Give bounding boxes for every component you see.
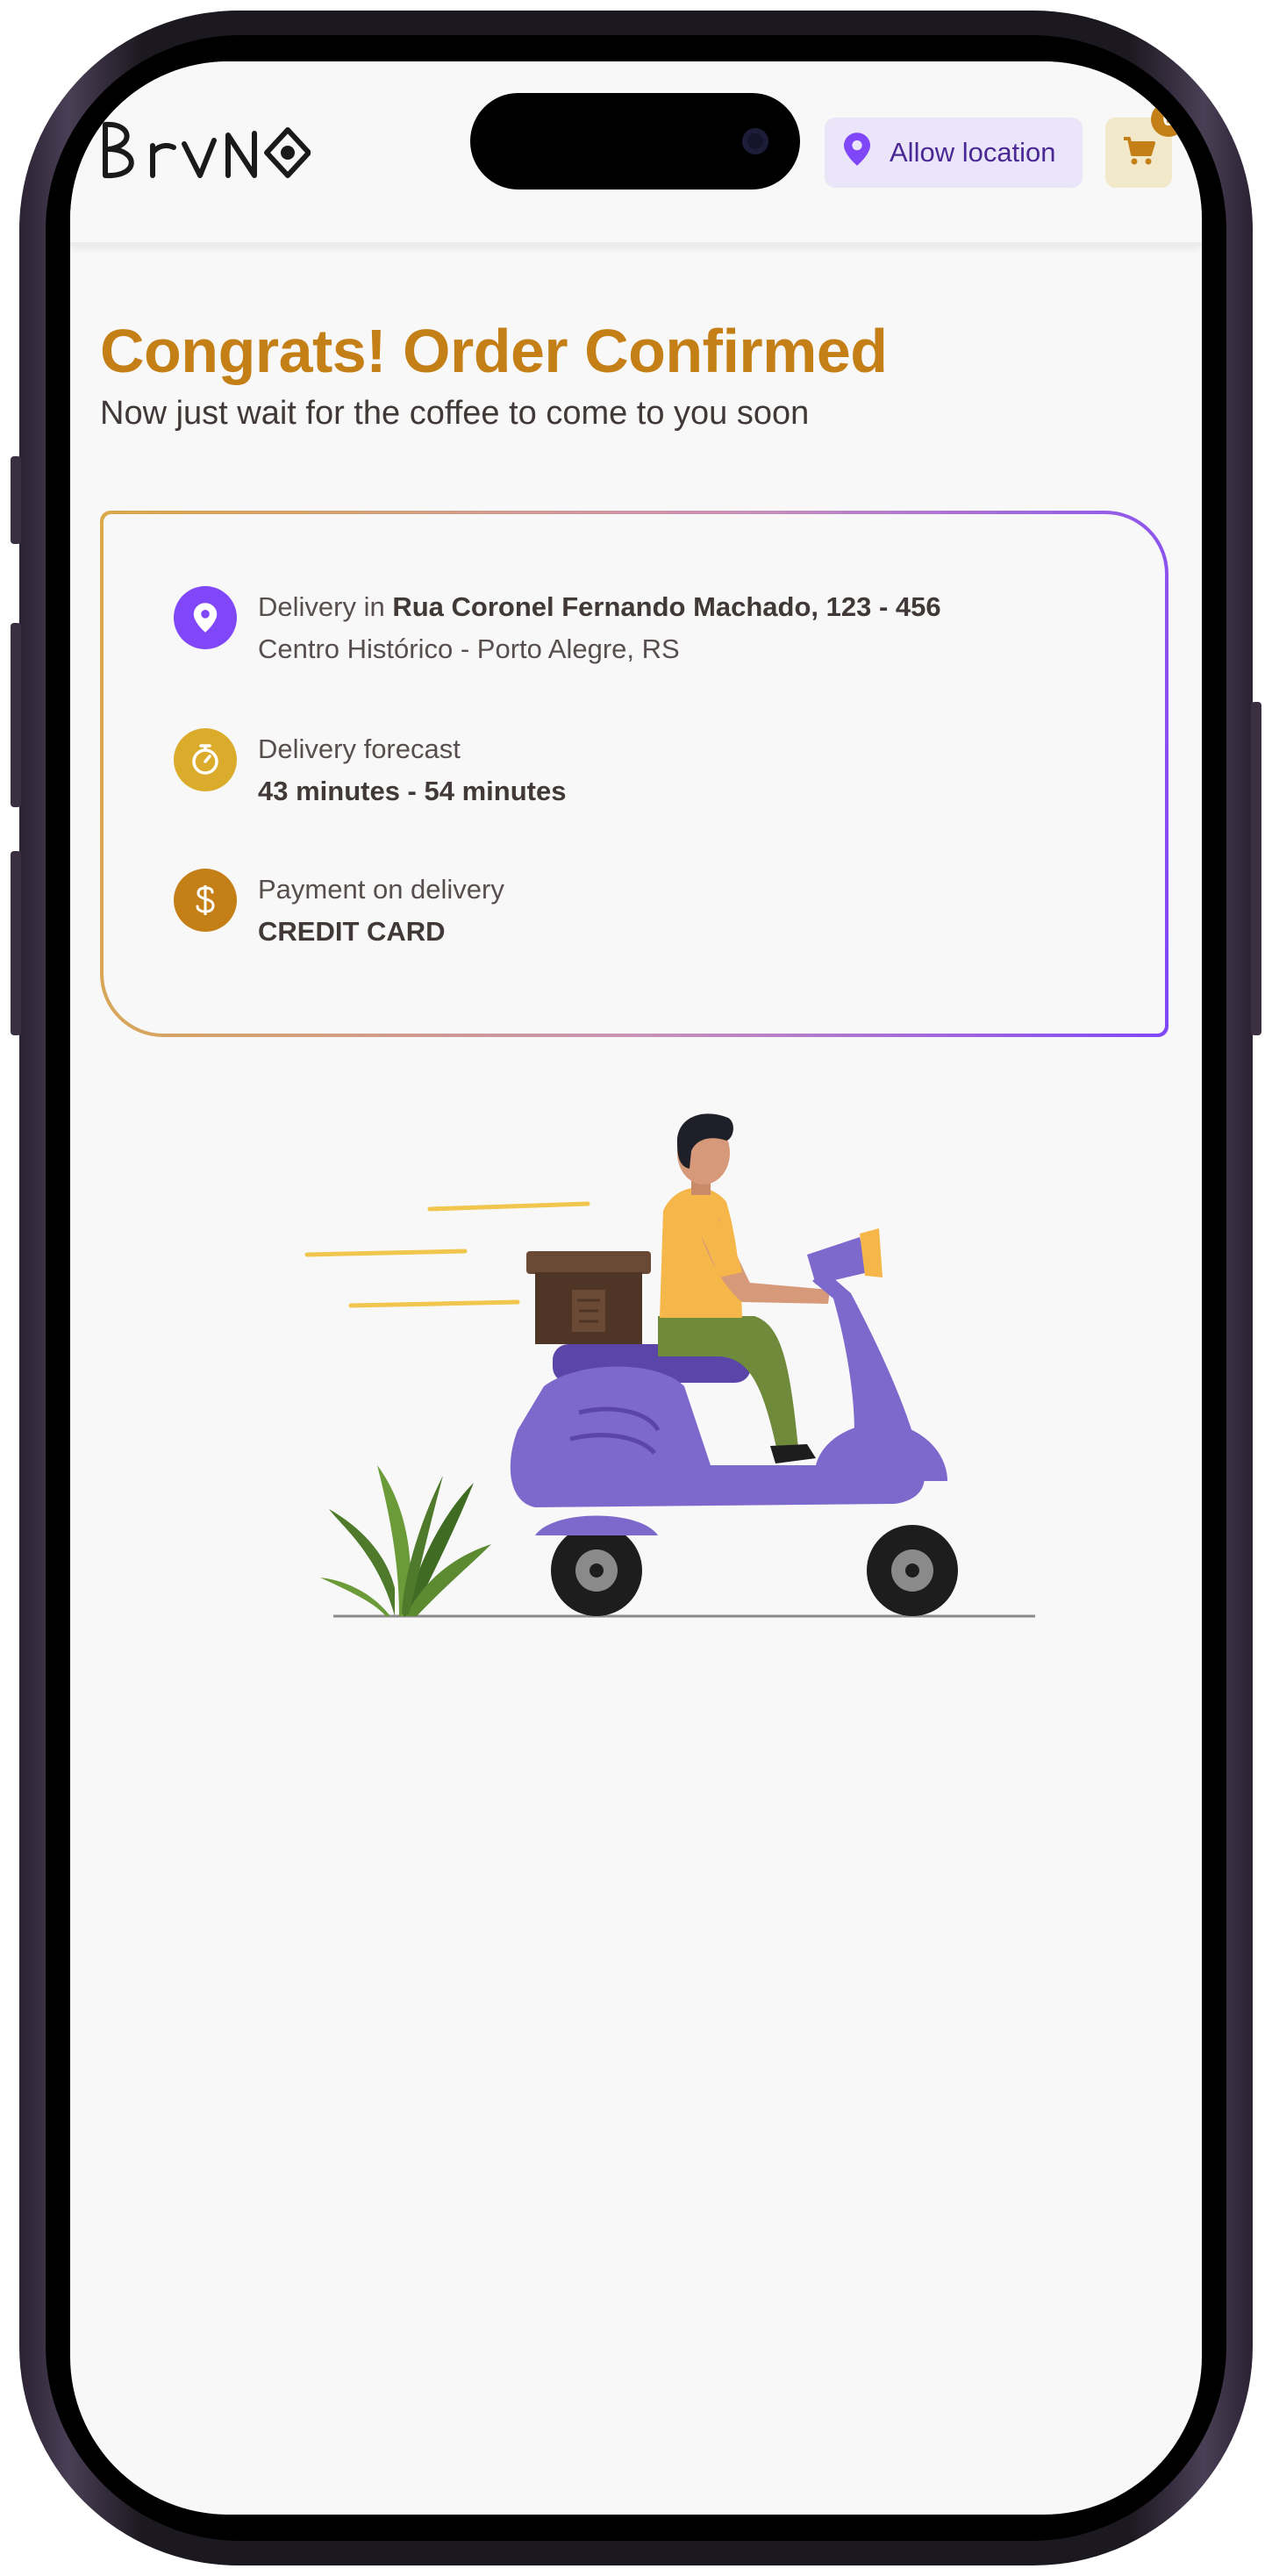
currency-dollar-icon — [174, 869, 237, 932]
delivery-address-row: Delivery in Rua Coronel Fernando Machado… — [174, 586, 941, 670]
delivery-scooter-illustration — [304, 1113, 1035, 1618]
brand-logo[interactable] — [100, 116, 311, 203]
payment-method-text: Payment on delivery CREDIT CARD — [258, 869, 504, 953]
app-screen: Allow location 0 Congrats! Order Confirm… — [70, 61, 1202, 2515]
order-info-card-body: Delivery in Rua Coronel Fernando Machado… — [104, 514, 1165, 1034]
payment-method-label: Payment on delivery — [258, 874, 504, 905]
delivery-forecast-text: Delivery forecast 43 minutes - 54 minute… — [258, 728, 566, 812]
page-title: Congrats! Order Confirmed — [100, 317, 888, 385]
delivery-forecast-label: Delivery forecast — [258, 733, 461, 764]
delivery-city-line: Centro Histórico - Porto Alegre, RS — [258, 633, 680, 664]
dynamic-island — [470, 93, 800, 190]
allow-location-button[interactable]: Allow location — [825, 118, 1083, 188]
brand-logo-mark — [103, 121, 311, 179]
map-pin-icon — [174, 586, 237, 649]
delivery-forecast-value: 43 minutes - 54 minutes — [258, 776, 567, 806]
cart-count-badge: 0 — [1151, 102, 1186, 137]
delivery-address: Rua Coronel Fernando Machado, 123 - 456 — [392, 591, 941, 622]
payment-method-row: Payment on delivery CREDIT CARD — [174, 869, 504, 953]
plant-illustration — [320, 1465, 491, 1616]
payment-method-value: CREDIT CARD — [258, 916, 446, 947]
delivery-box — [526, 1251, 651, 1344]
map-pin-icon — [844, 132, 870, 173]
shopping-cart-icon — [1122, 135, 1155, 171]
allow-location-label: Allow location — [890, 137, 1056, 168]
timer-icon — [174, 728, 237, 791]
page-subtitle: Now just wait for the coffee to come to … — [100, 395, 810, 432]
order-info-card: Delivery in Rua Coronel Fernando Machado… — [100, 511, 1168, 1037]
scooter-wheels — [535, 1515, 958, 1616]
delivery-prefix: Delivery in — [258, 591, 393, 622]
delivery-address-line: Delivery in Rua Coronel Fernando Machado… — [258, 586, 941, 628]
delivery-address-text: Delivery in Rua Coronel Fernando Machado… — [258, 586, 941, 670]
app-header: Allow location 0 — [70, 61, 1202, 246]
delivery-forecast-row: Delivery forecast 43 minutes - 54 minute… — [174, 728, 566, 812]
front-camera — [742, 128, 768, 154]
